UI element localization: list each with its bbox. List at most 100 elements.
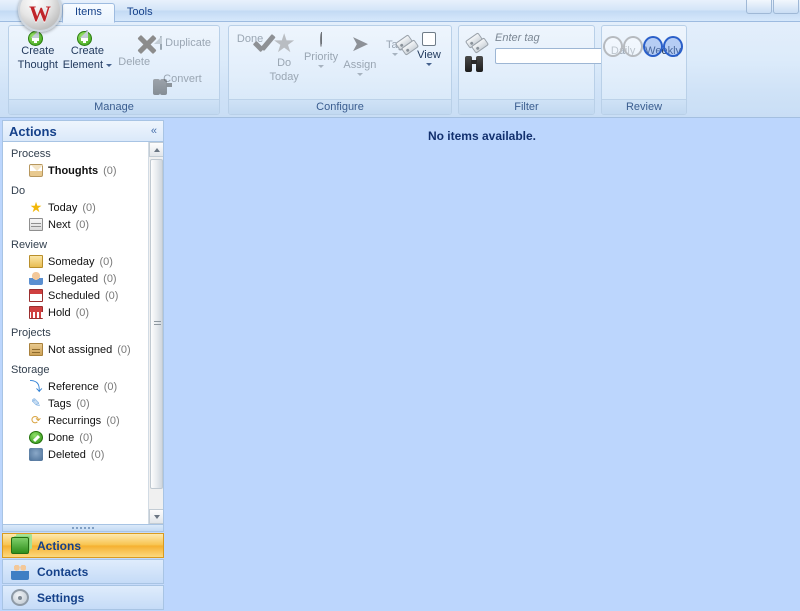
sidebar-item-someday[interactable]: Someday (0)	[11, 253, 163, 270]
nav-item-actions[interactable]: Actions	[2, 533, 164, 558]
scroll-down-arrow-icon[interactable]	[149, 509, 164, 524]
sidebar-item-deleted[interactable]: Deleted (0)	[11, 446, 163, 463]
sidebar-item-label: Recurrings	[48, 415, 101, 427]
sidebar-item-next[interactable]: Next (0)	[11, 216, 163, 233]
ribbon-group-manage: Create Thought Create Element Delete	[8, 25, 220, 115]
sidebar-item-recurrings[interactable]: ⟳ Recurrings (0)	[11, 412, 163, 429]
filter-search-input[interactable]	[495, 48, 615, 64]
sidebar-item-hold[interactable]: Hold (0)	[11, 304, 163, 321]
ribbon: Create Thought Create Element Delete	[0, 22, 800, 118]
deleted-icon	[29, 448, 43, 461]
chevron-down-icon[interactable]	[426, 63, 432, 66]
delete-button[interactable]: Delete	[112, 29, 156, 97]
sidebar-item-scheduled[interactable]: Scheduled (0)	[11, 287, 163, 304]
binoculars-icon[interactable]	[465, 56, 483, 72]
daily-toggle-button[interactable]: Daily	[606, 34, 640, 88]
done-button[interactable]: Done	[233, 29, 267, 97]
sidebar-item-label: Done	[48, 432, 74, 444]
sidebar-item-label: Deleted	[48, 449, 86, 461]
tag-button[interactable]: Tag	[379, 29, 411, 97]
convert-button[interactable]: Convert	[156, 71, 215, 87]
sidebar-item-done[interactable]: Done (0)	[11, 429, 163, 446]
someday-folder-icon	[29, 255, 43, 268]
sidebar-item-today[interactable]: ★ Today (0)	[11, 199, 163, 216]
sidebar-item-label: Not assigned	[48, 344, 112, 356]
contacts-people-icon	[11, 563, 29, 580]
project-box-icon	[29, 343, 43, 356]
today-star-icon: ★	[29, 201, 43, 214]
sidebar-item-thoughts[interactable]: Thoughts (0)	[11, 162, 163, 179]
next-list-icon	[29, 218, 43, 231]
weekly-toggle-button[interactable]: Weekly	[644, 34, 682, 88]
sidebar-nav: Actions Contacts Settings	[2, 533, 164, 611]
view-button[interactable]: View	[411, 29, 447, 97]
tab-items-label: Items	[75, 6, 102, 18]
tab-items[interactable]: Items	[62, 3, 115, 23]
ribbon-group-filter: Enter tag Filter	[458, 25, 595, 115]
create-element-button[interactable]: Create Element	[63, 29, 113, 97]
star-icon: ★	[272, 31, 295, 55]
nav-item-label: Actions	[37, 539, 81, 553]
sidebar-group-label: Review	[11, 239, 163, 251]
create-element-label-2-text: Element	[63, 59, 103, 71]
settings-gear-icon	[11, 589, 29, 606]
sidebar-item-count: (0)	[103, 165, 116, 177]
scroll-up-arrow-icon[interactable]	[149, 142, 164, 157]
sidebar-group-label: Do	[11, 185, 163, 197]
sidebar-item-tags[interactable]: ✎ Tags (0)	[11, 395, 163, 412]
chevron-down-icon[interactable]	[318, 65, 324, 68]
scrollbar-thumb[interactable]	[150, 159, 163, 489]
actions-stack-icon	[11, 537, 29, 554]
view-label: View	[417, 50, 441, 61]
sidebar-item-count: (0)	[76, 307, 89, 319]
tab-tools-label: Tools	[127, 6, 153, 18]
assign-arrow-icon: ➤	[351, 34, 369, 54]
assign-button[interactable]: ➤ Assign	[341, 29, 379, 97]
sidebar-item-label: Someday	[48, 256, 94, 268]
nav-item-settings[interactable]: Settings	[2, 585, 164, 610]
thoughts-envelope-icon	[29, 164, 43, 177]
pie-chart-icon	[320, 34, 322, 46]
ribbon-group-review: Daily Weekly Review	[601, 25, 687, 115]
recurring-icon: ⟳	[29, 414, 43, 427]
reference-arrow-icon: ⤵	[29, 380, 43, 393]
priority-label: Priority	[304, 52, 338, 63]
sidebar-group-label: Projects	[11, 327, 163, 339]
do-today-label-2: Today	[269, 72, 298, 83]
minimize-button[interactable]	[746, 0, 772, 14]
delete-label: Delete	[118, 57, 150, 68]
tab-tools[interactable]: Tools	[115, 4, 165, 22]
maximize-button[interactable]	[773, 0, 799, 14]
main-content: No items available.	[164, 119, 800, 600]
chevron-down-icon[interactable]	[357, 73, 363, 76]
delegated-person-icon	[29, 272, 43, 285]
priority-button[interactable]: Priority	[301, 29, 341, 97]
sidebar-item-reference[interactable]: ⤵ Reference (0)	[11, 378, 163, 395]
tags-pencil-icon: ✎	[29, 397, 43, 410]
ribbon-group-filter-label: Filter	[459, 99, 594, 114]
sidebar-item-count: (0)	[104, 381, 117, 393]
ribbon-group-review-label: Review	[602, 99, 686, 114]
sidebar-item-not-assigned[interactable]: Not assigned (0)	[11, 341, 163, 358]
sidebar-item-count: (0)	[103, 273, 116, 285]
sidebar-splitter[interactable]	[2, 525, 164, 532]
create-thought-button[interactable]: Create Thought	[13, 29, 63, 97]
sidebar-scrollbar[interactable]	[148, 142, 163, 524]
tag-filter-icon	[465, 32, 491, 54]
create-thought-label-2: Thought	[18, 60, 58, 71]
sidebar-title: Actions	[9, 124, 57, 139]
sidebar-item-label: Delegated	[48, 273, 98, 285]
sidebar-item-label: Scheduled	[48, 290, 100, 302]
duplicate-button[interactable]: Duplicate	[156, 35, 215, 51]
nav-item-label: Settings	[37, 591, 84, 605]
chevron-down-icon[interactable]	[106, 64, 112, 67]
chevron-down-icon[interactable]	[392, 53, 398, 56]
sidebar-item-delegated[interactable]: Delegated (0)	[11, 270, 163, 287]
sidebar-group-label: Storage	[11, 364, 163, 376]
app-logo-letter: W	[29, 3, 51, 25]
tag-filter-placeholder: Enter tag	[495, 32, 540, 44]
chevron-double-left-icon[interactable]: «	[151, 125, 157, 137]
do-today-button[interactable]: ★ Do Today	[267, 29, 301, 97]
nav-item-contacts[interactable]: Contacts	[2, 559, 164, 584]
sidebar-item-count: (0)	[106, 415, 119, 427]
